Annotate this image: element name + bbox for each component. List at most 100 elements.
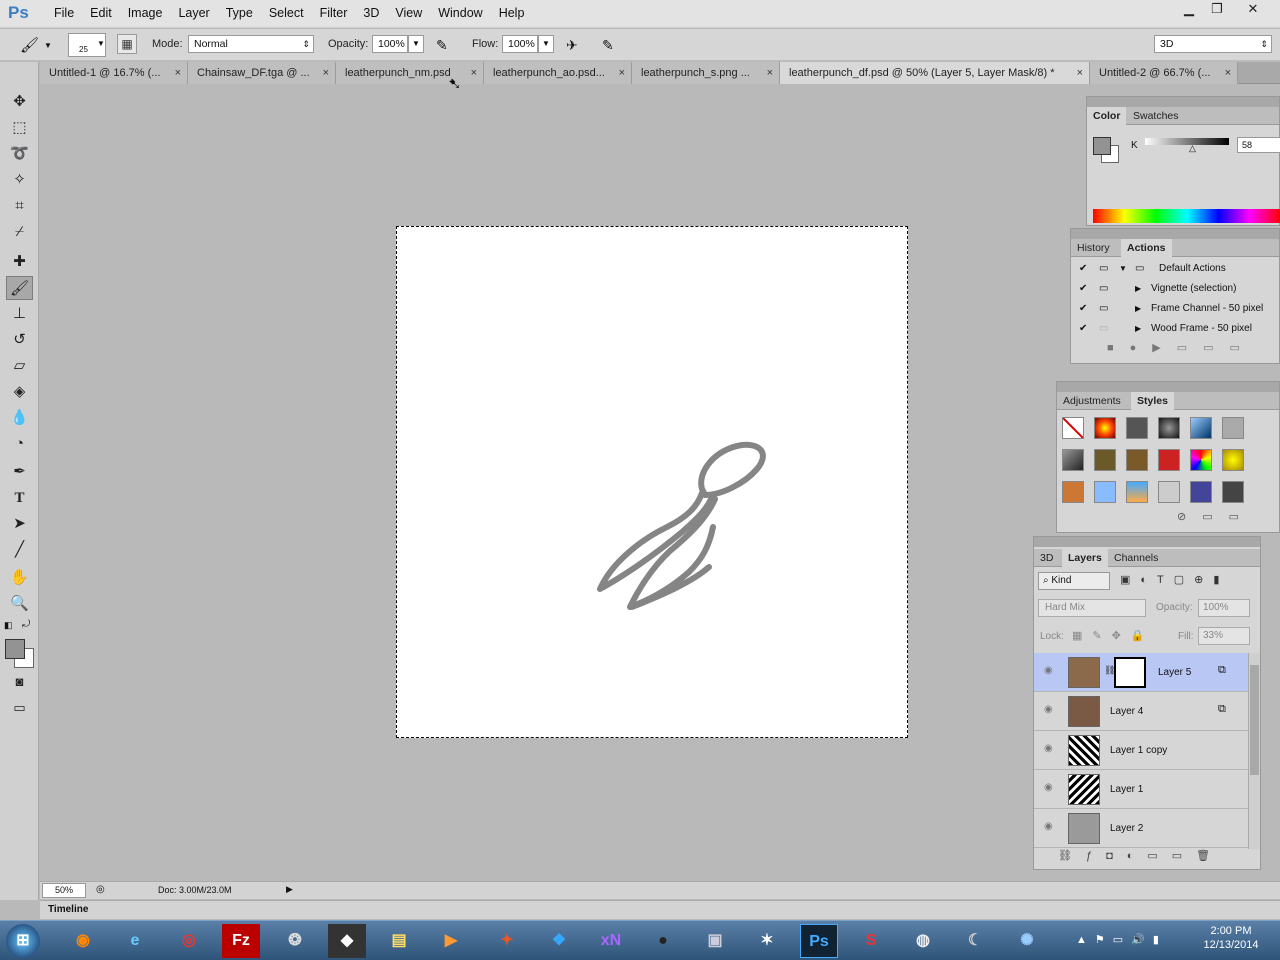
layers-scrollbar[interactable] bbox=[1248, 653, 1260, 849]
dialog-toggle-icon[interactable]: ▭ bbox=[1099, 259, 1108, 279]
check-icon[interactable]: ✔ bbox=[1079, 279, 1087, 299]
tab-untitled-2[interactable]: Untitled-2 @ 66.7% (... × bbox=[1090, 62, 1238, 84]
slider-thumb-icon[interactable]: △ bbox=[1189, 143, 1196, 154]
style-none-swatch[interactable] bbox=[1062, 417, 1084, 439]
eye-icon[interactable]: ◉ bbox=[1044, 743, 1053, 754]
lasso-tool-icon[interactable]: ➰ bbox=[6, 142, 33, 166]
close-icon[interactable]: × bbox=[619, 62, 625, 84]
layer-row-layer-5[interactable]: ◉ ⛓ Layer 5 ⧉ bbox=[1034, 653, 1248, 692]
stamp-tool-icon[interactable]: ⊥ bbox=[6, 302, 33, 326]
timeline-label[interactable]: Timeline bbox=[48, 904, 88, 915]
tab-leatherpunch-df[interactable]: leatherpunch_df.psd @ 50% (Layer 5, Laye… bbox=[780, 62, 1090, 84]
style-swatch[interactable] bbox=[1094, 449, 1116, 471]
menu-edit[interactable]: Edit bbox=[82, 6, 120, 20]
quick-mask-icon[interactable]: ◙ bbox=[6, 670, 33, 694]
scrollbar-thumb[interactable] bbox=[1250, 665, 1259, 775]
system-tray-icons[interactable]: ▲⚑▭🔊▮ bbox=[1076, 933, 1167, 946]
gimp-icon[interactable]: ● bbox=[644, 924, 682, 958]
tab-leatherpunch-ao[interactable]: leatherpunch_ao.psd... × bbox=[484, 62, 632, 84]
move-tool-icon[interactable]: ✥ bbox=[6, 90, 33, 114]
k-slider[interactable] bbox=[1145, 138, 1229, 145]
menu-select[interactable]: Select bbox=[261, 6, 312, 20]
brush-size-picker[interactable]: 25 ▼ bbox=[68, 33, 106, 57]
check-icon[interactable]: ✔ bbox=[1079, 319, 1087, 339]
collapsed-triangle-icon[interactable]: ▶ bbox=[1135, 299, 1141, 319]
internet-explorer-icon[interactable]: e bbox=[116, 924, 154, 958]
pressure-opacity-icon[interactable]: ✎ bbox=[436, 37, 448, 54]
restore-icon[interactable]: ❐ bbox=[1200, 0, 1234, 20]
marquee-tool-icon[interactable]: ⬚ bbox=[6, 116, 33, 140]
panel-grip[interactable] bbox=[1087, 97, 1279, 107]
close-icon[interactable]: × bbox=[471, 62, 477, 84]
eye-icon[interactable]: ◉ bbox=[1044, 782, 1053, 793]
layer-filter-icons[interactable]: ▣◐T▢⊕▮ bbox=[1120, 573, 1229, 586]
layer-mask-thumbnail[interactable] bbox=[1114, 657, 1146, 688]
layer-row-layer-1[interactable]: ◉ Layer 1 bbox=[1034, 770, 1248, 809]
flow-input[interactable]: 100% bbox=[502, 35, 538, 53]
close-icon[interactable]: ✕ bbox=[1236, 0, 1270, 20]
paint-bucket-tool-icon[interactable]: ◈ bbox=[6, 380, 33, 404]
menu-type[interactable]: Type bbox=[218, 6, 261, 20]
hand-tool-icon[interactable]: ✋ bbox=[6, 566, 33, 590]
layers-footer-icons[interactable]: ⛓ƒ◘◐▭▭🗑 bbox=[1058, 849, 1224, 862]
windows-start-icon[interactable]: ⊞ bbox=[6, 924, 40, 958]
eraser-tool-icon[interactable]: ▱ bbox=[6, 354, 33, 378]
eyedropper-tool-icon[interactable]: ⌿ bbox=[6, 220, 33, 244]
style-swatch[interactable] bbox=[1126, 449, 1148, 471]
pen-tool-icon[interactable]: ✒ bbox=[6, 460, 33, 484]
unity-icon[interactable]: ◆ bbox=[328, 924, 366, 958]
style-swatch[interactable] bbox=[1094, 481, 1116, 503]
foreground-color-swatch[interactable] bbox=[1093, 137, 1111, 155]
tab-history[interactable]: History bbox=[1071, 239, 1116, 257]
eye-icon[interactable]: ◉ bbox=[1044, 665, 1053, 676]
style-swatch[interactable] bbox=[1190, 481, 1212, 503]
expanded-triangle-icon[interactable]: ▼ bbox=[1119, 259, 1127, 279]
flow-dropdown-icon[interactable]: ▼ bbox=[538, 35, 554, 53]
healing-brush-tool-icon[interactable]: ✚ bbox=[6, 250, 33, 274]
status-menu-arrow-icon[interactable]: ▶ bbox=[286, 884, 293, 895]
swap-colors-icon[interactable]: ⤾ bbox=[22, 619, 30, 630]
tab-swatches[interactable]: Swatches bbox=[1127, 107, 1185, 125]
status-info-icon[interactable]: ◎ bbox=[96, 884, 105, 895]
tab-untitled-1[interactable]: Untitled-1 @ 16.7% (... × bbox=[40, 62, 188, 84]
mode-select[interactable]: Normal ⇕ bbox=[188, 35, 314, 53]
brush-panel-icon[interactable]: ▦ bbox=[117, 34, 137, 54]
app-icon[interactable]: ✺ bbox=[1008, 924, 1046, 958]
style-swatch[interactable] bbox=[1158, 417, 1180, 439]
tab-chainsaw-df[interactable]: Chainsaw_DF.tga @ ... × bbox=[188, 62, 336, 84]
tray-clock[interactable]: 2:00 PM 12/13/2014 bbox=[1200, 925, 1262, 951]
style-swatch[interactable] bbox=[1222, 449, 1244, 471]
tab-leatherpunch-nm[interactable]: leatherpunch_nm.psd × bbox=[336, 62, 484, 84]
tab-leatherpunch-s[interactable]: leatherpunch_s.png ... × bbox=[632, 62, 780, 84]
fill-input[interactable]: 33% bbox=[1198, 627, 1250, 645]
tab-styles[interactable]: Styles bbox=[1131, 392, 1174, 410]
menu-filter[interactable]: Filter bbox=[312, 6, 356, 20]
type-tool-icon[interactable]: T bbox=[6, 486, 33, 510]
close-icon[interactable]: × bbox=[323, 62, 329, 84]
menu-help[interactable]: Help bbox=[491, 6, 533, 20]
zbrush-icon[interactable]: ✶ bbox=[748, 924, 786, 958]
document-canvas[interactable] bbox=[396, 226, 908, 738]
dropbox-icon[interactable]: ❖ bbox=[540, 924, 578, 958]
dialog-toggle-icon[interactable]: ▭ bbox=[1099, 299, 1108, 319]
style-swatch[interactable] bbox=[1190, 449, 1212, 471]
opacity-input[interactable]: 100% bbox=[372, 35, 408, 53]
workspace-select[interactable]: 3D ⇕ bbox=[1154, 35, 1272, 53]
style-swatch[interactable] bbox=[1126, 481, 1148, 503]
collapsed-triangle-icon[interactable]: ▶ bbox=[1135, 319, 1141, 339]
menu-file[interactable]: File bbox=[46, 6, 82, 20]
history-brush-tool-icon[interactable]: ↺ bbox=[6, 328, 33, 352]
steam-icon[interactable]: ◍ bbox=[904, 924, 942, 958]
zoom-tool-icon[interactable]: 🔍 bbox=[6, 592, 33, 616]
panel-grip[interactable] bbox=[1071, 229, 1279, 239]
close-icon[interactable]: × bbox=[175, 62, 181, 84]
dodge-tool-icon[interactable]: ◔ bbox=[6, 432, 33, 456]
firefox-icon[interactable]: ◉ bbox=[64, 924, 102, 958]
brush-tool-icon[interactable]: 🖌 bbox=[6, 276, 33, 300]
filter-kind-select[interactable]: ⌕ Kind bbox=[1038, 572, 1110, 590]
eye-icon[interactable]: ◉ bbox=[1044, 704, 1053, 715]
filezilla-icon[interactable]: Fz bbox=[222, 924, 260, 958]
photoshop-icon[interactable]: Ps bbox=[800, 924, 838, 958]
pressure-size-icon[interactable]: ✎ bbox=[602, 37, 614, 54]
style-swatch[interactable] bbox=[1094, 417, 1116, 439]
